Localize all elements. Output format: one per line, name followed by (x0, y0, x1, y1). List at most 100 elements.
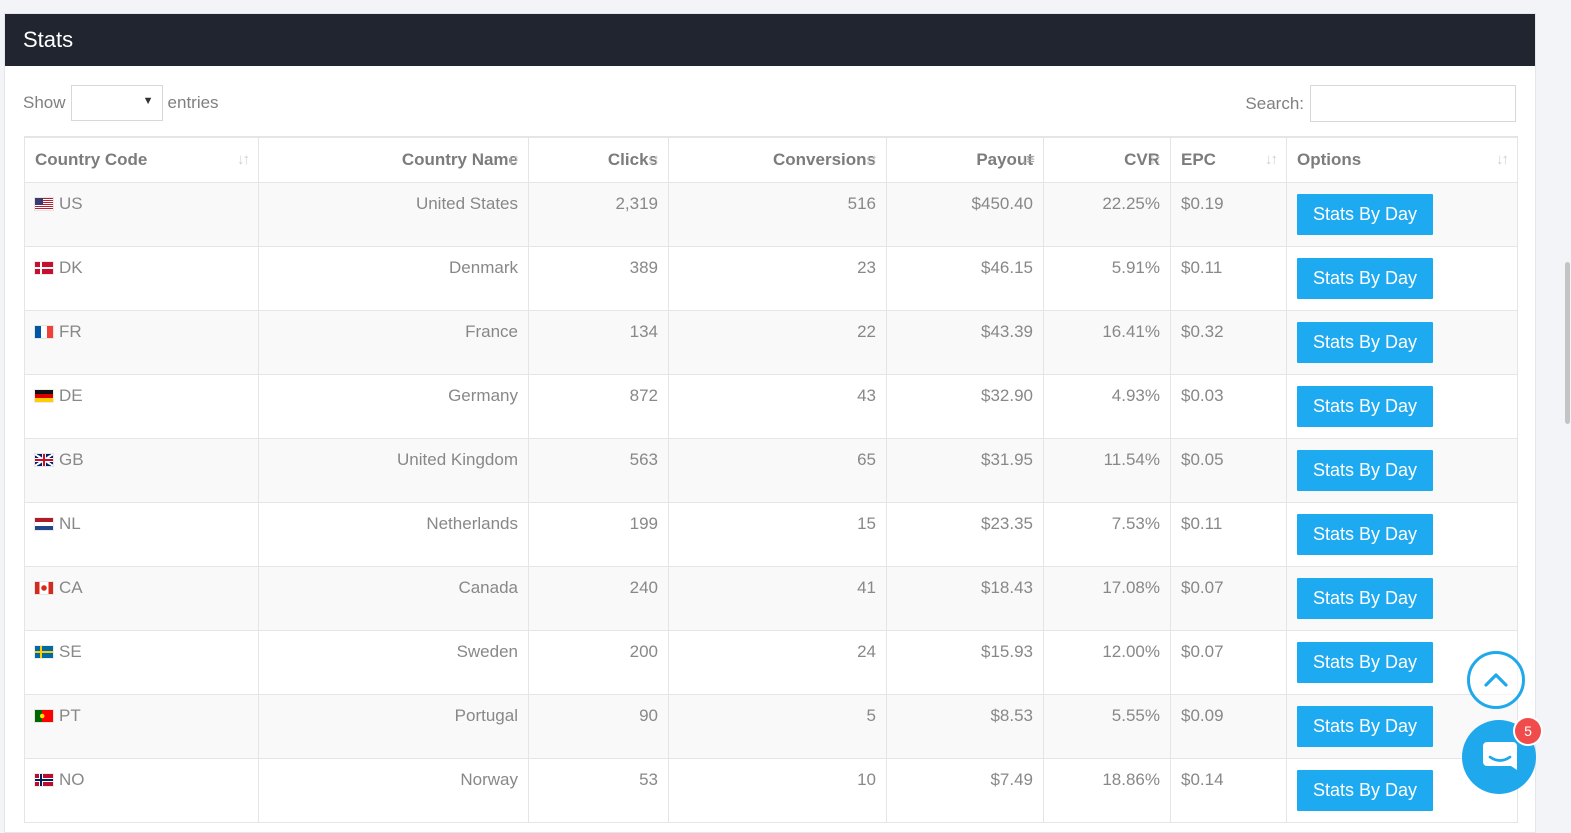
cell-country-code: FR (24, 309, 259, 375)
sort-icon: ↓↑ (1265, 151, 1278, 168)
cell-conversions: 15 (668, 501, 887, 567)
cell-payout: $18.43 (886, 565, 1044, 631)
cell-epc: $0.11 (1170, 245, 1287, 311)
cell-country-code: CA (24, 565, 259, 631)
scroll-to-top-button[interactable] (1467, 651, 1525, 709)
cell-country-code: US (24, 181, 259, 247)
column-header-country-name[interactable]: Country Name ↓↑ (258, 136, 529, 183)
cell-country-name: France (258, 309, 529, 375)
cell-options: Stats By Day (1286, 501, 1518, 567)
cell-country-code: DE (24, 373, 259, 439)
stats-table: Country Code ↓↑ Country Name ↓↑ Clicks ↓… (24, 136, 1518, 823)
cell-payout: $15.93 (886, 629, 1044, 695)
cell-conversions: 5 (668, 693, 887, 759)
cell-cvr: 11.54% (1043, 437, 1171, 503)
stats-by-day-button[interactable]: Stats By Day (1297, 385, 1434, 427)
cell-conversions: 41 (668, 565, 887, 631)
table-row: DE Germany 872 43 $32.90 4.93% $0.03 Sta… (24, 373, 1518, 439)
cell-clicks: 134 (528, 309, 669, 375)
cell-clicks: 2,319 (528, 181, 669, 247)
cell-cvr: 7.53% (1043, 501, 1171, 567)
cell-conversions: 516 (668, 181, 887, 247)
column-header-cvr[interactable]: CVR ↓↑ (1043, 136, 1171, 183)
cell-clicks: 563 (528, 437, 669, 503)
stats-by-day-button[interactable]: Stats By Day (1297, 449, 1434, 491)
chat-bubble-icon (1483, 742, 1517, 770)
pt-flag-icon (35, 709, 53, 722)
stats-by-day-button[interactable]: Stats By Day (1297, 577, 1434, 619)
table-row: FR France 134 22 $43.39 16.41% $0.32 Sta… (24, 309, 1518, 375)
cell-country-name: Portugal (258, 693, 529, 759)
de-flag-icon (35, 389, 53, 402)
page-scrollbar[interactable] (1562, 0, 1571, 821)
stats-by-day-button[interactable]: Stats By Day (1297, 769, 1434, 811)
column-header-options[interactable]: Options ↓↑ (1286, 136, 1518, 183)
cell-epc: $0.03 (1170, 373, 1287, 439)
sort-icon: ↓↑ (647, 151, 660, 168)
column-header-epc[interactable]: EPC ↓↑ (1170, 136, 1287, 183)
notification-badge: 5 (1515, 718, 1541, 744)
sort-icon: ↓↑ (507, 151, 520, 168)
cell-clicks: 199 (528, 501, 669, 567)
show-label: Show (23, 93, 66, 112)
cell-options: Stats By Day (1286, 181, 1518, 247)
stats-by-day-button[interactable]: Stats By Day (1297, 193, 1434, 235)
cell-epc: $0.14 (1170, 757, 1287, 823)
cell-clicks: 240 (528, 565, 669, 631)
cell-cvr: 18.86% (1043, 757, 1171, 823)
stats-by-day-button[interactable]: Stats By Day (1297, 641, 1434, 683)
cell-conversions: 65 (668, 437, 887, 503)
column-header-conversions[interactable]: Conversions ↓↑ (668, 136, 887, 183)
table-controls: Show ▼ entries Search: (5, 66, 1535, 136)
cell-epc: $0.32 (1170, 309, 1287, 375)
cell-cvr: 5.91% (1043, 245, 1171, 311)
cell-options: Stats By Day (1286, 309, 1518, 375)
search-input[interactable] (1310, 85, 1516, 122)
cell-country-code: DK (24, 245, 259, 311)
scrollbar-thumb[interactable] (1565, 262, 1570, 424)
cell-epc: $0.07 (1170, 565, 1287, 631)
cell-conversions: 43 (668, 373, 887, 439)
stats-by-day-button[interactable]: Stats By Day (1297, 321, 1434, 363)
cell-epc: $0.05 (1170, 437, 1287, 503)
cell-payout: $23.35 (886, 501, 1044, 567)
gb-flag-icon (35, 453, 53, 466)
cell-clicks: 389 (528, 245, 669, 311)
cell-country-code: PT (24, 693, 259, 759)
ca-flag-icon (35, 581, 53, 594)
dropdown-caret-icon: ▼ (142, 95, 154, 107)
column-header-clicks[interactable]: Clicks ↓↑ (528, 136, 669, 183)
search-control: Search: (1245, 85, 1516, 122)
cell-options: Stats By Day (1286, 245, 1518, 311)
cell-conversions: 22 (668, 309, 887, 375)
entries-select[interactable]: ▼ (70, 85, 163, 121)
cell-payout: $8.53 (886, 693, 1044, 759)
cell-epc: $0.11 (1170, 501, 1287, 567)
entries-label: entries (167, 93, 219, 112)
stats-by-day-button[interactable]: Stats By Day (1297, 705, 1434, 747)
cell-country-name: Netherlands (258, 501, 529, 567)
sort-desc-icon: ↓≡ (1020, 151, 1035, 168)
column-header-country-code[interactable]: Country Code ↓↑ (24, 136, 259, 183)
cell-clicks: 53 (528, 757, 669, 823)
cell-payout: $43.39 (886, 309, 1044, 375)
chevron-up-icon (1484, 673, 1508, 687)
cell-clicks: 90 (528, 693, 669, 759)
dk-flag-icon (35, 261, 53, 274)
cell-cvr: 12.00% (1043, 629, 1171, 695)
cell-epc: $0.19 (1170, 181, 1287, 247)
cell-country-name: United States (258, 181, 529, 247)
stats-by-day-button[interactable]: Stats By Day (1297, 257, 1434, 299)
sort-icon: ↓↑ (1496, 151, 1509, 168)
cell-options: Stats By Day (1286, 373, 1518, 439)
stats-by-day-button[interactable]: Stats By Day (1297, 513, 1434, 555)
cell-country-name: Canada (258, 565, 529, 631)
entries-length-control: Show ▼ entries (23, 85, 219, 121)
cell-clicks: 200 (528, 629, 669, 695)
table-header-row: Country Code ↓↑ Country Name ↓↑ Clicks ↓… (24, 136, 1518, 183)
column-header-payout[interactable]: Payout ↓≡ (886, 136, 1044, 183)
nl-flag-icon (35, 517, 53, 530)
sort-icon: ↓↑ (1149, 151, 1162, 168)
stats-panel: Stats Show ▼ entries Search: Country Cod… (4, 13, 1536, 833)
cell-epc: $0.07 (1170, 629, 1287, 695)
